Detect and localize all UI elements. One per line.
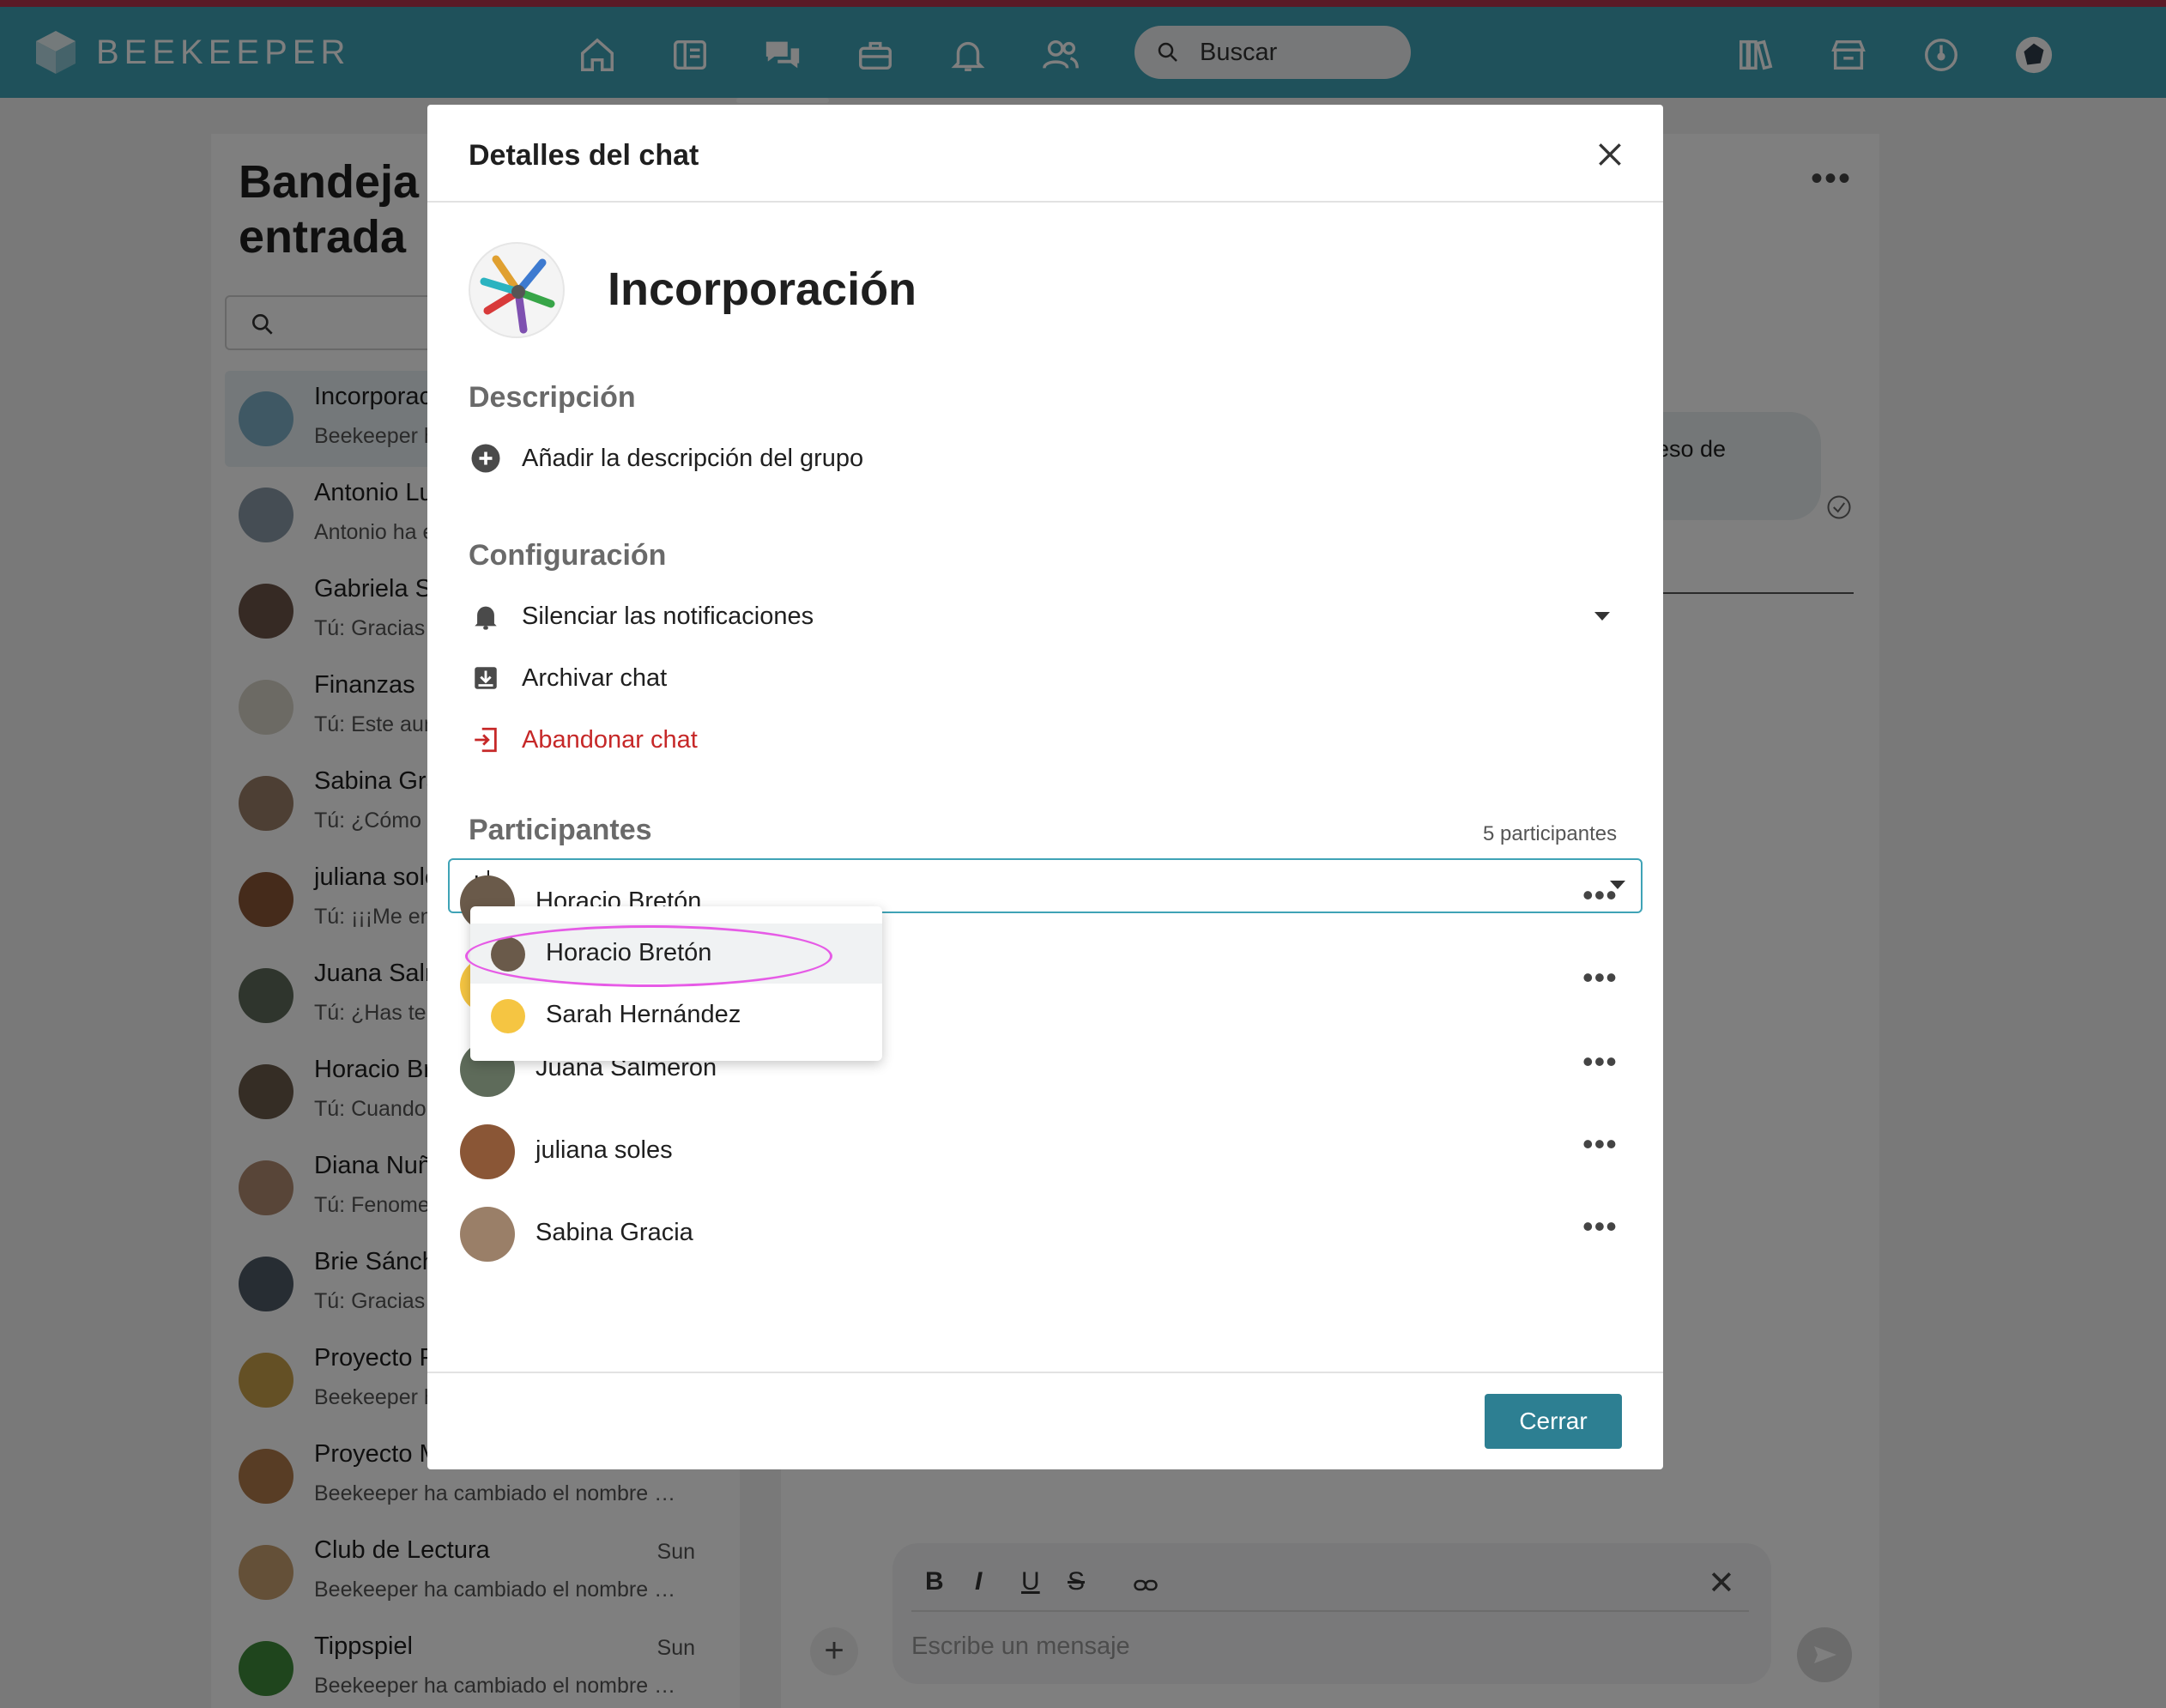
participant-more-icon[interactable]: ••• — [1582, 960, 1618, 996]
bell-icon — [469, 599, 503, 633]
archive-icon — [469, 661, 503, 695]
suggestion-name: Sarah Hernández — [546, 1001, 741, 1028]
participant-more-icon[interactable]: ••• — [1582, 1208, 1618, 1245]
add-description-label: Añadir la descripción del grupo — [522, 444, 864, 472]
leave-chat-label: Abandonar chat — [522, 725, 698, 754]
highlight-annotation — [465, 925, 832, 987]
close-icon[interactable] — [1593, 137, 1627, 172]
mute-notifications-select[interactable]: Silenciar las notificaciones — [469, 596, 1636, 637]
chat-details-dialog: Detalles del chat Incorporación Descripc… — [427, 105, 1663, 1469]
add-description-button[interactable]: Añadir la descripción del grupo — [469, 438, 863, 479]
suggestion-option[interactable]: Sarah Hernández — [470, 985, 882, 1045]
avatar — [460, 1124, 515, 1179]
group-avatar — [469, 242, 565, 338]
settings-section-title: Configuración — [469, 539, 667, 572]
group-hands-icon — [480, 255, 555, 334]
avatar — [491, 999, 525, 1033]
participant-name: juliana soles — [535, 1136, 673, 1164]
participant-more-icon[interactable]: ••• — [1582, 1126, 1618, 1162]
avatar — [460, 1207, 515, 1262]
close-button[interactable]: Cerrar — [1485, 1394, 1622, 1449]
dialog-footer-divider — [427, 1372, 1663, 1373]
participants-count: 5 participantes — [1483, 822, 1618, 845]
group-name: Incorporación — [608, 263, 917, 315]
participant-row[interactable]: juliana soles ••• — [460, 1121, 1627, 1183]
chevron-down-icon — [1594, 612, 1610, 621]
participants-section-title: Participantes — [469, 814, 652, 846]
participant-name: Sabina Gracia — [535, 1219, 693, 1246]
dialog-title: Detalles del chat — [469, 139, 699, 172]
archive-chat-label: Archivar chat — [522, 663, 668, 692]
description-section-title: Descripción — [469, 381, 636, 414]
archive-chat-button[interactable]: Archivar chat — [469, 657, 667, 699]
mute-notifications-label: Silenciar las notificaciones — [522, 602, 814, 630]
leave-chat-button[interactable]: Abandonar chat — [469, 719, 698, 760]
participant-more-icon[interactable]: ••• — [1582, 877, 1618, 913]
dialog-header: Detalles del chat — [427, 105, 1663, 203]
participant-row[interactable]: Sabina Gracia ••• — [460, 1203, 1627, 1265]
participant-more-icon[interactable]: ••• — [1582, 1044, 1618, 1080]
exit-icon — [469, 723, 503, 757]
add-circle-icon — [469, 441, 503, 475]
